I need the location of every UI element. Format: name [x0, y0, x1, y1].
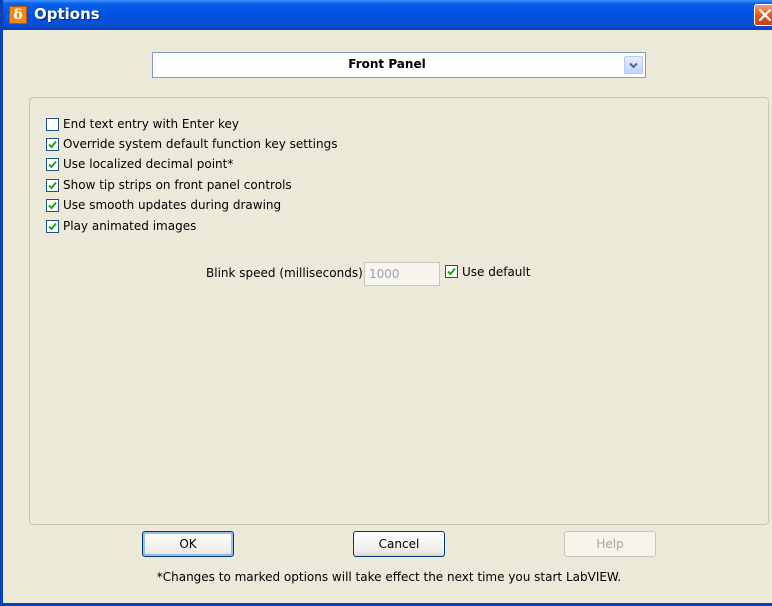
blink-speed-input[interactable]: 1000 — [364, 262, 440, 286]
option-label: End text entry with Enter key — [63, 117, 239, 131]
checkmark-icon — [48, 181, 57, 190]
option-checkbox[interactable] — [46, 179, 59, 192]
footnote: *Changes to marked options will take eff… — [156, 570, 622, 584]
close-button[interactable] — [754, 4, 772, 26]
option-label: Use smooth updates during drawing — [63, 198, 282, 212]
chevron-down-icon — [629, 62, 638, 69]
use-default-checkbox[interactable] — [445, 265, 458, 278]
blink-speed-label: Blink speed (milliseconds) — [206, 266, 363, 280]
option-label: Override system default function key set… — [63, 137, 338, 151]
option-checkbox[interactable] — [46, 220, 59, 233]
category-select-arrow[interactable] — [624, 56, 643, 74]
option-label: Show tip strips on front panel controls — [63, 178, 292, 192]
labview-icon: δ — [9, 6, 27, 24]
options-dialog: δ Options Front Panel End text entry wit… — [0, 0, 772, 606]
checkmark-icon — [48, 201, 57, 210]
close-icon — [759, 9, 771, 21]
cancel-button[interactable]: Cancel — [353, 531, 445, 557]
option-label: Play animated images — [63, 219, 197, 233]
title-bar[interactable]: δ Options — [3, 0, 772, 30]
checkmark-icon — [48, 160, 57, 169]
option-checkbox[interactable] — [46, 138, 59, 151]
ok-button[interactable]: OK — [142, 531, 234, 557]
category-select-value: Front Panel — [348, 57, 426, 71]
option-checkbox[interactable] — [46, 158, 59, 171]
category-select[interactable]: Front Panel — [152, 52, 646, 78]
checkmark-icon — [447, 267, 456, 276]
help-button[interactable]: Help — [564, 531, 656, 557]
checkmark-icon — [48, 140, 57, 149]
option-checkbox[interactable] — [46, 118, 59, 131]
window-title: Options — [34, 5, 100, 23]
option-checkbox[interactable] — [46, 199, 59, 212]
checkmark-icon — [48, 222, 57, 231]
use-default-label: Use default — [462, 265, 531, 279]
option-label: Use localized decimal point* — [63, 157, 234, 171]
